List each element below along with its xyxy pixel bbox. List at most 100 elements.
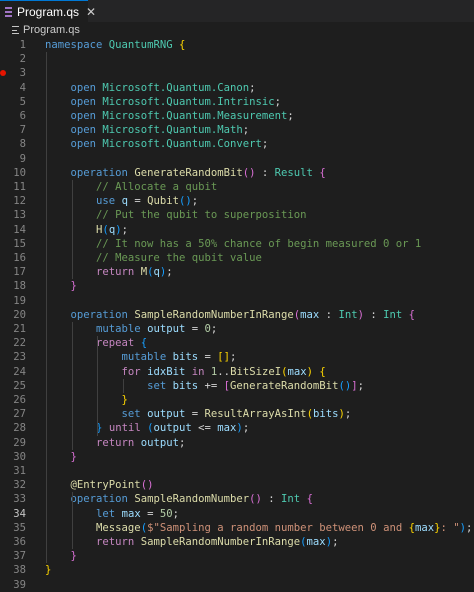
- code-text: H(q);: [96, 223, 128, 236]
- line-number[interactable]: 5: [0, 95, 26, 109]
- code-text: } until (output <= max);: [96, 422, 250, 435]
- code-text: for idxBit in 1..BitSizeI(max) {: [121, 365, 326, 378]
- code-text: // It now has a 50% chance of begin meas…: [96, 237, 422, 250]
- line-number[interactable]: 17: [0, 265, 26, 279]
- code-text: set output = ResultArrayAsInt(bits);: [121, 408, 352, 421]
- code-line-32[interactable]: 32 @EntryPoint(): [0, 478, 474, 492]
- code-text: return SampleRandomNumberInRange(max);: [96, 536, 339, 548]
- code-line-31[interactable]: 31: [0, 464, 474, 478]
- indent-guide: [97, 350, 99, 436]
- indent-guide: [71, 492, 73, 550]
- code-editor[interactable]: 1 namespace QuantumRNG {2 3 4 open Microsof…: [0, 38, 474, 592]
- line-number[interactable]: 25: [0, 379, 26, 393]
- line-number[interactable]: 20: [0, 308, 26, 322]
- breadcrumb-file[interactable]: Program.qs: [23, 24, 80, 36]
- line-number[interactable]: 33: [0, 492, 26, 506]
- line-number[interactable]: 15: [0, 237, 26, 251]
- line-number[interactable]: 24: [0, 365, 26, 379]
- code-text: return output;: [96, 436, 186, 449]
- code-line-20[interactable]: 20 operation SampleRandomNumberInRange(m…: [0, 308, 474, 322]
- tab-label: Program.qs: [17, 4, 80, 19]
- code-text: return M(q);: [96, 266, 173, 279]
- line-number[interactable]: 11: [0, 180, 26, 194]
- code-text: }: [70, 550, 77, 563]
- tab-bar: Program.qs ✕: [0, 0, 474, 22]
- line-number[interactable]: 39: [0, 578, 26, 592]
- line-number[interactable]: 27: [0, 407, 26, 421]
- code-text: }: [70, 450, 77, 463]
- line-number[interactable]: 31: [0, 464, 26, 478]
- line-number[interactable]: 23: [0, 350, 26, 364]
- line-number[interactable]: 21: [0, 322, 26, 336]
- line-number[interactable]: 6: [0, 109, 26, 123]
- line-number[interactable]: 19: [0, 294, 26, 308]
- code-line-18[interactable]: 18 }: [0, 279, 474, 293]
- code-text: operation SampleRandomNumber() : Int {: [70, 493, 313, 506]
- code-line-2[interactable]: 2: [0, 52, 474, 66]
- indent-guide: [71, 180, 73, 280]
- qsharp-file-icon: [5, 6, 12, 17]
- line-number[interactable]: 7: [0, 123, 26, 137]
- line-number[interactable]: 29: [0, 436, 26, 450]
- line-number[interactable]: 16: [0, 251, 26, 265]
- line-number[interactable]: 10: [0, 166, 26, 180]
- line-number[interactable]: 28: [0, 421, 26, 435]
- line-number[interactable]: 14: [0, 223, 26, 237]
- indent-guide: [71, 322, 73, 450]
- code-text: // Put the qubit to superposition: [96, 209, 307, 222]
- line-number[interactable]: 2: [0, 52, 26, 66]
- code-line-6[interactable]: 6 open Microsoft.Quantum.Measurement;: [0, 109, 474, 123]
- line-number[interactable]: 18: [0, 279, 26, 293]
- code-text: }: [121, 394, 128, 406]
- line-number[interactable]: 38: [0, 563, 26, 577]
- line-number[interactable]: 13: [0, 208, 26, 222]
- file-icon: [12, 26, 19, 34]
- code-line-9[interactable]: 9: [0, 152, 474, 166]
- line-number[interactable]: 8: [0, 137, 26, 151]
- line-number[interactable]: 34: [0, 507, 26, 521]
- code-text: mutable bits = [];: [121, 351, 237, 364]
- indent-guide: [46, 52, 47, 564]
- code-text: open Microsoft.Quantum.Measurement;: [70, 110, 294, 122]
- line-number[interactable]: 36: [0, 535, 26, 549]
- code-line-30[interactable]: 30 }: [0, 450, 474, 464]
- code-line-7[interactable]: 7 open Microsoft.Quantum.Math;: [0, 123, 474, 137]
- line-number[interactable]: 32: [0, 478, 26, 492]
- line-number[interactable]: 4: [0, 81, 26, 95]
- tab-program-qs[interactable]: Program.qs ✕: [0, 0, 96, 22]
- line-number[interactable]: 35: [0, 521, 26, 535]
- code-text: // Measure the qubit value: [96, 252, 262, 264]
- code-text: }: [45, 564, 52, 577]
- code-line-4[interactable]: 4 open Microsoft.Quantum.Canon;: [0, 81, 474, 95]
- line-number[interactable]: 30: [0, 450, 26, 464]
- code-text: }: [70, 280, 77, 293]
- code-text: open Microsoft.Quantum.Convert;: [70, 138, 269, 151]
- line-number[interactable]: 37: [0, 549, 26, 563]
- code-text: namespace QuantumRNG {: [45, 39, 186, 51]
- code-line-3[interactable]: 3: [0, 66, 474, 80]
- code-line-38[interactable]: 38}: [0, 563, 474, 577]
- code-text: set bits += [GenerateRandomBit()];: [147, 379, 364, 392]
- code-text: @EntryPoint(): [70, 479, 154, 492]
- code-text: use q = Qubit();: [96, 195, 199, 208]
- code-text: operation SampleRandomNumberInRange(max …: [70, 308, 416, 321]
- code-line-5[interactable]: 5 open Microsoft.Quantum.Intrinsic;: [0, 95, 474, 109]
- code-text: let max = 50;: [96, 507, 179, 520]
- line-number[interactable]: 1: [0, 38, 26, 52]
- code-line-39[interactable]: 39: [0, 578, 474, 592]
- line-number[interactable]: 26: [0, 393, 26, 407]
- code-line-8[interactable]: 8 open Microsoft.Quantum.Convert;: [0, 137, 474, 151]
- code-line-10[interactable]: 10 operation GenerateRandomBit() : Resul…: [0, 166, 474, 180]
- line-number[interactable]: 9: [0, 152, 26, 166]
- code-text: open Microsoft.Quantum.Math;: [70, 124, 250, 137]
- line-number[interactable]: 12: [0, 194, 26, 208]
- code-line-1[interactable]: 1 namespace QuantumRNG {: [0, 38, 474, 52]
- close-icon[interactable]: ✕: [86, 6, 96, 18]
- code-line-19[interactable]: 19: [0, 294, 474, 308]
- code-text: Message($"Sampling a random number betwe…: [96, 521, 473, 534]
- breadcrumb: Program.qs: [0, 22, 474, 38]
- indent-guide: [122, 378, 124, 393]
- code-text: operation GenerateRandomBit() : Result {: [70, 166, 326, 179]
- code-line-37[interactable]: 37 }: [0, 549, 474, 563]
- line-number[interactable]: 22: [0, 336, 26, 350]
